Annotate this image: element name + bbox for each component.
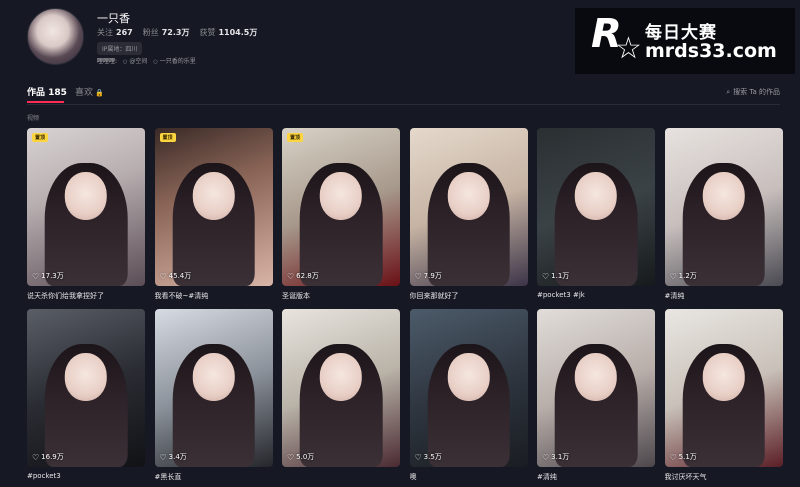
links-label: 哩哩哩: (97, 58, 118, 65)
like-count: ♡ 7.9万 (415, 271, 442, 281)
video-caption[interactable]: #清纯 (665, 291, 783, 301)
heart-icon: ♡ (414, 271, 422, 281)
like-count: ♡ 45.4万 (160, 271, 192, 281)
video-card[interactable]: ♡ 5.0万 (282, 309, 400, 472)
link-space[interactable]: @空间 (123, 56, 147, 65)
watermark-url: mrds33.com (645, 40, 777, 62)
like-count-value: 1.1万 (551, 272, 570, 280)
video-caption[interactable]: 我讨厌坏天气 (665, 472, 783, 482)
video-card[interactable]: ♡ 1.2万 #清纯 (664, 128, 783, 301)
watermark-logo: R ☆ 每日大赛 mrds33.com (575, 8, 795, 74)
video-card[interactable]: ♡ 7.9万你回来那就好了 (409, 128, 528, 301)
tab-likes[interactable]: 喜欢 🔒 (75, 85, 104, 98)
like-count-value: 3.5万 (423, 453, 442, 461)
like-count-value: 5.0万 (296, 453, 315, 461)
search-works[interactable]: ⌕ 搜索 Ta 的作品 (726, 87, 780, 97)
video-caption[interactable]: #pocket3 (27, 472, 145, 480)
pinned-badge: 置顶 (159, 133, 176, 142)
section-label: 视频 (27, 115, 40, 122)
like-count: ♡ 1.2万 (670, 271, 697, 281)
watermark-r-star-logo: R ☆ (591, 11, 642, 66)
video-thumbnail[interactable]: ♡ 5.1万 (664, 309, 783, 467)
heart-icon: ♡ (287, 271, 295, 281)
like-count-value: 7.9万 (423, 272, 442, 280)
video-card[interactable]: ♡ 1.1万 #pocket3 #jk (537, 128, 655, 299)
profile-links: 哩哩哩: @空间 一只香的乐里 (97, 56, 196, 65)
stat-likes: 获赞 1104.5万 (199, 28, 258, 37)
video-caption[interactable]: 圣诞版本 (282, 291, 400, 301)
like-count: ♡ 16.9万 (32, 452, 64, 462)
video-caption[interactable]: 我看不破~#清纯 (155, 291, 273, 301)
like-count-value: 17.3万 (41, 272, 64, 280)
heart-icon: ♡ (414, 452, 422, 462)
like-count: ♡ 3.4万 (160, 452, 187, 462)
video-thumbnail[interactable]: ♡ 3.5万 (409, 309, 528, 467)
heart-icon: ♡ (542, 452, 550, 462)
tab-works[interactable]: 作品 185 (27, 85, 67, 98)
profile-stats: 关注 267 粉丝 72.3万 获赞 1104.5万 (97, 27, 257, 38)
video-caption[interactable]: 噢 (410, 472, 528, 482)
heart-icon: ♡ (287, 452, 295, 462)
link-music[interactable]: 一只香的乐里 (153, 56, 196, 65)
video-thumbnail[interactable]: ♡ 3.1万 (537, 309, 655, 467)
video-card[interactable]: 置顶 ♡ 62.8万圣诞版本 (282, 128, 400, 301)
like-count-value: 5.1万 (678, 453, 697, 461)
video-card[interactable]: ♡ 3.1万 #清纯 (537, 309, 655, 482)
profile-header: 一只香 关注 267 粉丝 72.3万 获赞 1104.5万 IP属地：四川 哩哩哩:… (0, 0, 800, 75)
stat-followers[interactable]: 粉丝 72.3万 (143, 27, 190, 38)
video-card[interactable]: 置顶 ♡ 17.3万说天杀你们给我拿捏好了 (27, 128, 145, 301)
profile-tags: IP属地：四川 (97, 42, 143, 55)
profile-name: 一只香 (97, 12, 130, 25)
video-thumbnail[interactable]: 置顶 ♡ 17.3万 (27, 128, 145, 286)
video-thumbnail[interactable]: ♡ 3.4万 (154, 309, 273, 467)
heart-icon: ♡ (32, 271, 40, 281)
location-tag: IP属地：四川 (97, 42, 143, 55)
like-count-value: 45.4万 (168, 272, 192, 280)
video-thumbnail[interactable]: ♡ 16.9万 (27, 309, 145, 467)
video-thumbnail[interactable]: 置顶 ♡ 62.8万 (282, 128, 400, 286)
video-caption[interactable]: #pocket3 #jk (537, 291, 655, 299)
heart-icon: ♡ (159, 271, 167, 281)
video-thumbnail[interactable]: 置顶 ♡ 45.4万 (154, 128, 273, 286)
like-count: ♡ 3.5万 (415, 452, 442, 462)
video-caption[interactable]: #黑长直 (155, 472, 273, 482)
tabs-divider (27, 104, 780, 105)
stat-following[interactable]: 关注 267 (97, 27, 133, 38)
video-card[interactable]: ♡ 5.1万我讨厌坏天气 (664, 309, 783, 482)
video-caption[interactable]: 说天杀你们给我拿捏好了 (27, 291, 145, 301)
like-count-value: 16.9万 (41, 453, 64, 461)
heart-icon: ♡ (542, 271, 550, 281)
like-count-value: 3.4万 (168, 453, 187, 461)
like-count: ♡ 5.0万 (287, 452, 314, 462)
video-caption[interactable]: 你回来那就好了 (410, 291, 528, 301)
video-thumbnail[interactable]: ♡ 5.0万 (282, 309, 400, 467)
heart-icon: ♡ (669, 452, 677, 462)
like-count: ♡ 5.1万 (670, 452, 697, 462)
video-card[interactable]: ♡ 3.4万 #黑长直 (154, 309, 273, 482)
pinned-badge: 置顶 (32, 133, 49, 142)
video-thumbnail[interactable]: ♡ 1.2万 (664, 128, 783, 286)
like-count: ♡ 62.8万 (287, 271, 319, 281)
video-card[interactable]: 置顶 ♡ 45.4万我看不破~#清纯 (154, 128, 273, 301)
heart-icon: ♡ (669, 271, 677, 281)
video-card[interactable]: ♡ 3.5万噢 (409, 309, 528, 482)
video-card[interactable]: ♡ 16.9万 #pocket3 (27, 309, 145, 480)
like-count-value: 62.8万 (296, 272, 319, 280)
avatar[interactable] (27, 8, 84, 65)
active-tab-indicator (27, 101, 64, 103)
like-count-value: 1.2万 (678, 272, 697, 280)
like-count: ♡ 17.3万 (32, 271, 64, 281)
profile-tabs: 作品 185 喜欢 🔒 ⌕ 搜索 Ta 的作品 (27, 85, 780, 105)
lock-icon: 🔒 (95, 89, 104, 97)
video-thumbnail[interactable]: ♡ 7.9万 (409, 128, 528, 286)
heart-icon: ♡ (159, 452, 167, 462)
like-count-value: 3.1万 (551, 453, 570, 461)
pinned-badge: 置顶 (287, 133, 304, 142)
video-thumbnail[interactable]: ♡ 1.1万 (537, 128, 655, 286)
heart-icon: ♡ (32, 452, 40, 462)
video-caption[interactable]: #清纯 (537, 472, 655, 482)
like-count: ♡ 1.1万 (542, 271, 569, 281)
search-icon: ⌕ (726, 87, 731, 96)
like-count: ♡ 3.1万 (542, 452, 569, 462)
